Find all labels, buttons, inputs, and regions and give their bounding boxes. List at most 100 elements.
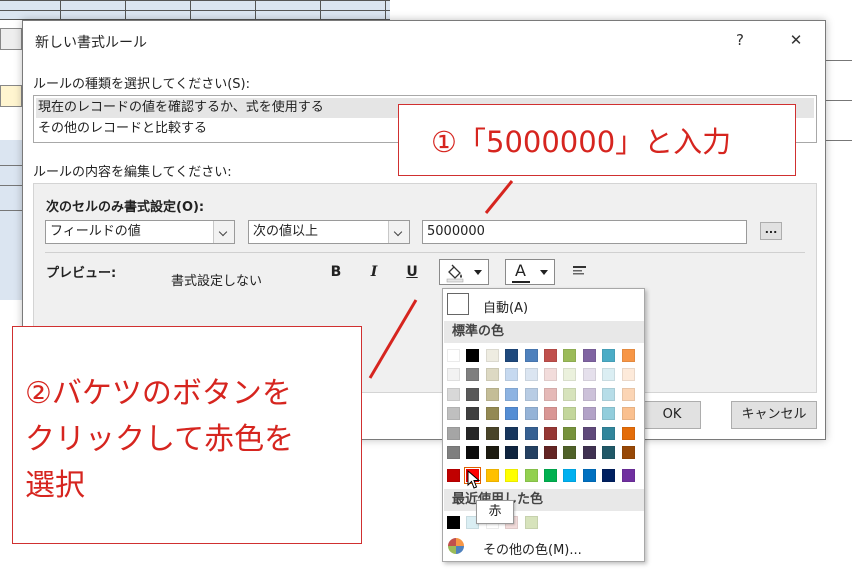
color-swatch[interactable] — [505, 407, 519, 421]
color-swatch[interactable] — [524, 349, 538, 362]
auto-color-swatch[interactable] — [447, 293, 469, 315]
color-swatch[interactable] — [485, 446, 499, 460]
color-swatch[interactable] — [544, 368, 557, 381]
color-swatch[interactable] — [563, 426, 577, 440]
color-swatch[interactable] — [582, 349, 596, 362]
color-swatch[interactable] — [563, 469, 577, 482]
color-swatch[interactable] — [485, 426, 499, 440]
color-swatch[interactable] — [485, 349, 499, 362]
color-swatch[interactable] — [524, 368, 538, 381]
color-swatch[interactable] — [582, 387, 596, 401]
color-swatch[interactable] — [582, 407, 596, 421]
color-swatch[interactable] — [621, 469, 635, 482]
color-swatch[interactable] — [544, 349, 557, 362]
ok-button[interactable]: OK — [643, 401, 701, 429]
bold-button[interactable]: B — [326, 262, 346, 282]
color-swatch[interactable] — [466, 446, 480, 460]
color-swatch[interactable] — [544, 469, 557, 482]
conditional-bar-icon[interactable] — [572, 264, 588, 278]
color-swatch[interactable] — [485, 407, 499, 421]
color-swatch[interactable] — [447, 469, 460, 482]
cancel-button[interactable]: キャンセル — [731, 401, 817, 429]
color-swatch[interactable] — [505, 446, 519, 460]
field-combo[interactable]: フィールドの値 — [45, 220, 235, 244]
color-swatch[interactable] — [524, 426, 538, 440]
color-swatch[interactable] — [447, 446, 460, 460]
field-combo-value: フィールドの値 — [50, 224, 141, 239]
color-swatch[interactable] — [563, 407, 577, 421]
color-swatch[interactable] — [582, 469, 596, 482]
more-colors-option[interactable]: その他の色(M)... — [483, 539, 582, 558]
color-swatch[interactable] — [563, 368, 577, 381]
color-swatch[interactable] — [505, 426, 519, 440]
color-swatch[interactable] — [447, 368, 460, 381]
color-swatch[interactable] — [621, 426, 635, 440]
color-swatch[interactable] — [505, 469, 519, 482]
rule-type-label: ルールの種類を選択してください(S): — [33, 77, 250, 92]
color-swatch[interactable] — [602, 407, 616, 421]
color-swatch[interactable] — [505, 387, 519, 401]
color-swatch[interactable] — [582, 446, 596, 460]
recent-color-swatch[interactable] — [447, 516, 460, 529]
color-swatch[interactable] — [621, 407, 635, 421]
color-swatch[interactable] — [563, 349, 577, 362]
underline-button[interactable]: U — [402, 262, 422, 282]
color-swatch[interactable] — [602, 426, 616, 440]
annotation-callout-1: ①「5000000」と入力 — [398, 104, 796, 176]
color-swatch[interactable] — [524, 469, 538, 482]
color-swatch[interactable] — [544, 446, 557, 460]
fill-color-button[interactable] — [439, 259, 489, 285]
color-swatch[interactable] — [466, 426, 480, 440]
operator-combo[interactable]: 次の値以上 — [248, 220, 410, 244]
color-swatch[interactable] — [485, 387, 499, 401]
color-swatch[interactable] — [621, 446, 635, 460]
preview-label: プレビュー: — [46, 266, 117, 281]
color-swatch[interactable] — [582, 426, 596, 440]
color-swatch[interactable] — [621, 349, 635, 362]
ellipsis-button[interactable]: ... — [760, 222, 782, 240]
auto-color-option[interactable]: 自動(A) — [483, 297, 528, 316]
color-swatch[interactable] — [544, 387, 557, 401]
color-swatch[interactable] — [524, 387, 538, 401]
color-swatch[interactable] — [602, 368, 616, 381]
callout-2-line-2: クリックして赤色を — [25, 422, 295, 457]
chevron-down-icon[interactable] — [388, 221, 409, 243]
color-swatch[interactable] — [563, 446, 577, 460]
color-wheel-icon — [448, 538, 464, 554]
value-input[interactable]: 5000000 — [422, 220, 747, 244]
color-swatch[interactable] — [485, 469, 499, 482]
color-swatch[interactable] — [524, 446, 538, 460]
color-swatch[interactable] — [505, 349, 519, 362]
color-swatch[interactable] — [485, 368, 499, 381]
color-swatch[interactable] — [602, 349, 616, 362]
color-swatch[interactable] — [447, 387, 460, 401]
color-swatch[interactable] — [563, 387, 577, 401]
standard-colors-header: 標準の色 — [444, 321, 644, 343]
color-swatch[interactable] — [621, 387, 635, 401]
color-swatch[interactable] — [447, 349, 460, 362]
mouse-pointer-icon — [467, 470, 481, 489]
color-swatch[interactable] — [524, 407, 538, 421]
color-swatch[interactable] — [466, 387, 480, 401]
divider — [45, 252, 805, 253]
color-swatch[interactable] — [582, 368, 596, 381]
color-swatch[interactable] — [544, 426, 557, 440]
font-color-button[interactable]: A — [505, 259, 555, 285]
color-swatch[interactable] — [505, 368, 519, 381]
color-swatch[interactable] — [544, 407, 557, 421]
color-swatch[interactable] — [466, 349, 480, 362]
italic-button[interactable]: I — [364, 262, 384, 282]
recent-color-swatch[interactable] — [524, 516, 538, 529]
color-swatch[interactable] — [447, 407, 460, 421]
font-color-bar — [512, 281, 530, 283]
color-swatch[interactable] — [447, 426, 460, 440]
color-swatch[interactable] — [466, 407, 480, 421]
help-button[interactable]: ? — [725, 27, 755, 53]
color-swatch[interactable] — [602, 446, 616, 460]
color-swatch[interactable] — [602, 387, 616, 401]
close-button[interactable]: ✕ — [781, 27, 811, 53]
color-swatch[interactable] — [602, 469, 616, 482]
chevron-down-icon[interactable] — [213, 221, 234, 243]
color-swatch[interactable] — [466, 368, 480, 381]
color-swatch[interactable] — [621, 368, 635, 381]
